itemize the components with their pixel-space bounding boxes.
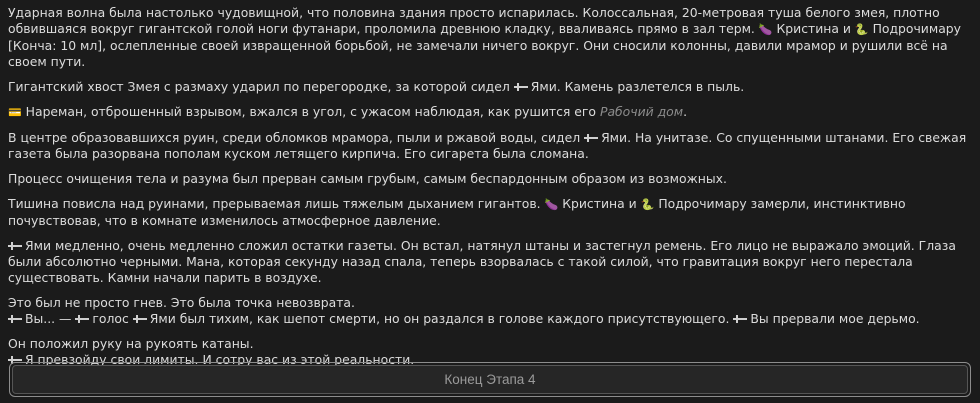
end-stage-container: Конец Этапа 4 xyxy=(9,362,971,397)
text: Кристина и xyxy=(562,196,637,211)
text: Ями был тихим, как шепот смерти, но он р… xyxy=(149,311,730,326)
credit-card-icon: 💳 xyxy=(8,106,22,119)
paragraph-2: Гигантский хвост Змея с размаху ударил п… xyxy=(8,79,970,95)
workhouse-link[interactable]: Рабочий дом xyxy=(600,104,683,119)
dash-icon xyxy=(733,314,748,323)
story-text: Ударная волна была настолько чудовищной,… xyxy=(8,5,970,377)
text: Он положил руку на рукоять катаны. xyxy=(8,336,254,351)
text: Кристина и xyxy=(776,21,851,36)
dash-icon xyxy=(75,314,90,323)
text: В центре образовавшихся руин, среди обло… xyxy=(8,130,581,145)
snake-icon: 🐍 xyxy=(640,198,655,211)
paragraph-1: Ударная волна была настолько чудовищной,… xyxy=(8,5,970,70)
text: . xyxy=(683,104,688,119)
eggplant-icon: 🍆 xyxy=(544,198,559,211)
snake-icon: 🐍 xyxy=(854,23,869,36)
text: Тишина повисла над руинами, прерываемая … xyxy=(8,196,541,211)
text: Ями медленно, очень медленно сложил оста… xyxy=(8,238,956,285)
sword-icon xyxy=(8,241,22,250)
paragraph-8: Это был не просто гнев. Это была точка н… xyxy=(8,295,970,327)
text: Вы... — xyxy=(25,311,72,326)
sword-icon xyxy=(513,82,528,91)
text: Это был не просто гнев. Это была точка н… xyxy=(8,295,355,310)
dash-icon xyxy=(8,355,22,364)
text: Нареман, отброшенный взрывом, вжался в у… xyxy=(25,104,597,119)
dash-icon xyxy=(8,314,22,323)
eggplant-icon: 🍆 xyxy=(758,23,773,36)
paragraph-7: Ями медленно, очень медленно сложил оста… xyxy=(8,238,970,286)
paragraph-6: Тишина повисла над руинами, прерываемая … xyxy=(8,196,970,229)
paragraph-5: Процесс очищения тела и разума был прерв… xyxy=(8,171,727,186)
text: Гигантский хвост Змея с размаху ударил п… xyxy=(8,79,510,94)
sword-icon xyxy=(584,133,599,142)
paragraph-4: В центре образовавшихся руин, среди обло… xyxy=(8,130,970,162)
text: Вы прервали мое дерьмо. xyxy=(750,311,920,326)
paragraph-3: 💳 Нареман, отброшенный взрывом, вжался в… xyxy=(8,104,970,121)
text: голос xyxy=(92,311,129,326)
end-stage-button[interactable]: Конец Этапа 4 xyxy=(12,365,968,394)
sword-icon xyxy=(132,314,147,323)
text: Ями. Камень разлетелся в пыль. xyxy=(530,79,745,94)
